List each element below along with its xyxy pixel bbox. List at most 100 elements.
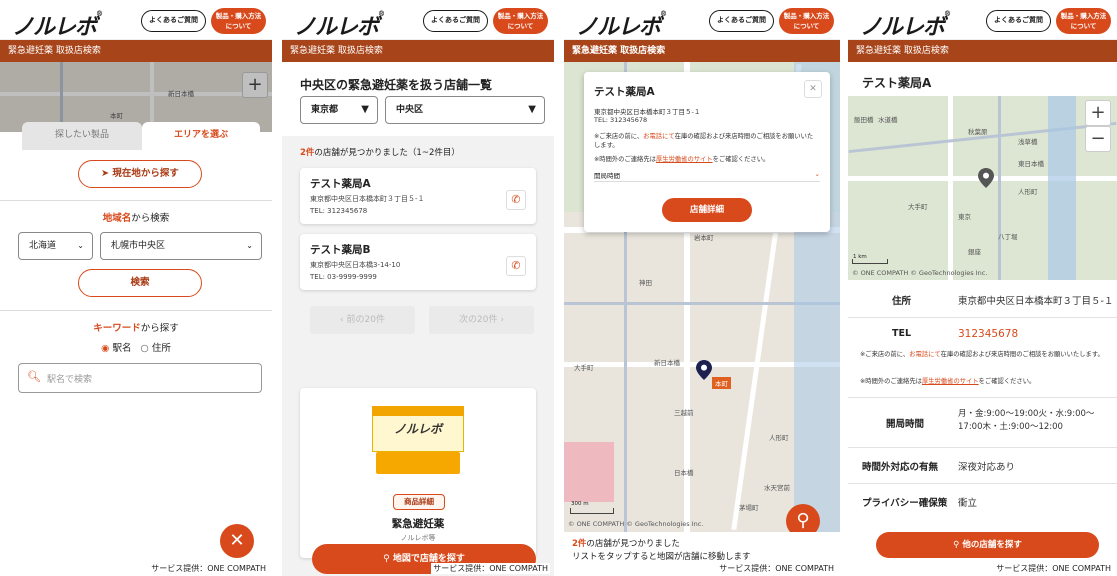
radio-address-label[interactable]: 住所 xyxy=(152,343,171,354)
radio-selected-icon[interactable]: ◉ xyxy=(101,343,109,354)
store-tel: TEL: 03-9999-9999 xyxy=(310,273,377,281)
page-title: 中央区の緊急避妊薬を扱う店舗一覧 xyxy=(300,78,493,92)
product-info-line2: について xyxy=(507,22,534,30)
store-detail-button[interactable]: 店舗詳細 xyxy=(662,198,752,222)
product-info-button[interactable]: 製品・購入方法 について xyxy=(779,8,834,34)
hours-accordion[interactable]: 開局時間 ⌄ xyxy=(594,170,820,182)
city-select[interactable]: 中央区 ▼ xyxy=(385,96,545,124)
bottom-result-count: 2件の店舗が見つかりました xyxy=(572,538,832,551)
current-location-button[interactable]: ➤ 現在地から探す xyxy=(78,160,202,188)
region-title: 地域名から検索 xyxy=(0,210,272,224)
after-hours-value: 深夜対応あり xyxy=(958,462,1016,473)
prev-page-button[interactable]: ‹ 前の20件 xyxy=(310,306,415,334)
map-label: 神田 xyxy=(639,279,652,287)
product-name: 緊急避妊薬 xyxy=(391,518,445,530)
subheader: 緊急避妊薬 取扱店検索 xyxy=(282,40,554,62)
other-stores-button[interactable]: ⚲ 他の店舗を探す xyxy=(876,532,1099,558)
map-label: 水天宮前 xyxy=(764,484,790,492)
note-call: ※ご来店の前に、お電話にて在庫の確認および来店時間のご相談をお願いいたします。 xyxy=(860,350,1111,359)
search-icon: 🔍︎ xyxy=(27,370,41,383)
store-map[interactable]: 秋葉原 浅草橋 東日本橋 人形町 大手町 東京 八丁堀 銀座 飯田橋 水道橋 +… xyxy=(848,96,1117,280)
product-info-button[interactable]: 製品・購入方法 について xyxy=(493,8,548,34)
zoom-in-button[interactable]: + xyxy=(1085,100,1111,126)
map-label: 東京 xyxy=(958,213,971,221)
prefecture-value: 北海道 xyxy=(29,241,57,251)
note-text: ※時間外のご連絡先は xyxy=(860,378,922,385)
product-card[interactable]: ノルレボ 商品詳細 緊急避妊薬 ノルレボ等 xyxy=(300,388,536,558)
note-text: ※ご来店の前に、 xyxy=(860,351,910,358)
note-text: 在庫の確認および来店時間のご相談をお願いいたします。 xyxy=(940,351,1104,358)
store-card[interactable]: テスト薬局B 東京都中央区日本橋3-14-10 TEL: 03-9999-999… xyxy=(300,234,536,290)
popup-tel: TEL: 312345678 xyxy=(594,116,648,124)
logo[interactable]: ノルレボ® xyxy=(576,9,667,41)
call-link[interactable]: お電話にて xyxy=(643,133,674,140)
privacy-value: 衝立 xyxy=(958,498,978,509)
tel-label: TEL xyxy=(892,328,912,339)
logo[interactable]: ノルレボ® xyxy=(860,9,951,41)
search-sheet: ➤ 現在地から探す 地域名から検索 北海道 ⌄ 札幌市中央区 ⌄ 検索 キーワードか… xyxy=(0,150,272,576)
phone-icon[interactable]: ✆ xyxy=(506,190,526,210)
product-info-line1: 製品・購入方法 xyxy=(1060,12,1107,20)
keyword-title-rest: から探す xyxy=(140,323,179,334)
map-label: 銀座 xyxy=(968,248,981,256)
phone-icon[interactable]: ✆ xyxy=(506,256,526,276)
tel-row: TEL 312345678 ※ご来店の前に、お電話にて在庫の確認および来店時間の… xyxy=(848,318,1117,398)
search-button[interactable]: 検索 xyxy=(78,269,202,297)
search-icon: ⚲ xyxy=(383,554,393,564)
search-icon: ⚲ xyxy=(953,540,963,550)
privacy-row: プライバシー確保策 衝立 xyxy=(848,484,1117,520)
faq-button[interactable]: よくあるご質問 xyxy=(141,10,206,32)
map-label: 飯田橋 xyxy=(854,116,874,124)
city-select[interactable]: 札幌市中央区 ⌄ xyxy=(100,232,262,260)
faq-button[interactable]: よくあるご質問 xyxy=(709,10,774,32)
subheader: 緊急避妊薬 取扱店検索 xyxy=(0,40,272,62)
keyword-input[interactable]: 🔍︎ 駅名で検索 xyxy=(18,363,262,393)
logo[interactable]: ノルレボ® xyxy=(294,9,385,41)
faq-button[interactable]: よくあるご質問 xyxy=(423,10,488,32)
radio-unselected-icon[interactable]: ○ xyxy=(141,343,149,354)
popup-store-name: テスト薬局A xyxy=(594,86,655,98)
address-label: 住所 xyxy=(892,296,912,307)
zoom-out-button[interactable]: − xyxy=(1085,126,1111,152)
product-info-button[interactable]: 製品・購入方法 について xyxy=(1056,8,1111,34)
product-info-button[interactable]: 製品・購入方法 について xyxy=(211,8,266,34)
map-pin-icon xyxy=(978,168,994,188)
close-icon: ✕ xyxy=(229,530,245,551)
note-text: ※時間外のご連絡先は xyxy=(594,156,656,163)
address-row: 住所 東京都中央区日本橋本町３丁目５-１ xyxy=(848,282,1117,318)
chevron-right-icon: › xyxy=(497,315,504,325)
logo[interactable]: ノルレボ® xyxy=(12,9,103,41)
prefecture-select[interactable]: 北海道 ⌄ xyxy=(18,232,93,260)
zoom-in-button[interactable]: + xyxy=(242,72,268,98)
faq-button[interactable]: よくあるご質問 xyxy=(986,10,1051,32)
next-page-button[interactable]: 次の20件 › xyxy=(429,306,534,334)
tab-area[interactable]: エリアを選ぶ xyxy=(142,122,260,150)
radio-station-label[interactable]: 駅名 xyxy=(112,343,131,354)
map-label: 三越前 xyxy=(674,409,694,417)
store-card[interactable]: テスト薬局A 東京都中央区日本橋本町３丁目５-１ TEL: 312345678 … xyxy=(300,168,536,224)
prev-page-label: 前の20件 xyxy=(346,315,385,325)
popup-close-icon[interactable]: ✕ xyxy=(804,80,822,98)
prefecture-select[interactable]: 東京都 ▼ xyxy=(300,96,378,124)
map-label: 人形町 xyxy=(1018,188,1038,196)
tab-product[interactable]: 探したい製品 xyxy=(22,122,142,150)
chevron-down-icon: ⌄ xyxy=(246,241,253,250)
map-scale: 1 km xyxy=(852,254,888,264)
mhlw-link[interactable]: 厚生労働省のサイト xyxy=(922,378,979,385)
tel-link[interactable]: 312345678 xyxy=(958,328,1018,340)
note-after-hours: ※時間外のご連絡先は厚生労働省のサイトをご確認ください。 xyxy=(860,376,1111,385)
close-button[interactable]: ✕ xyxy=(220,524,254,558)
map-label: 日本橋 xyxy=(674,469,694,477)
map-label: 人形町 xyxy=(769,434,789,442)
address-value: 東京都中央区日本橋本町３丁目５-１ xyxy=(958,296,1114,307)
chevron-down-icon: ⌄ xyxy=(77,241,84,250)
logo-text: ノルレボ xyxy=(576,14,661,40)
prefecture-value: 東京都 xyxy=(311,105,339,115)
call-link[interactable]: お電話にて xyxy=(909,351,940,358)
panel-area-search: ノルレボ® よくあるご質問 製品・購入方法 について 緊急避妊薬 取扱店検索 新日… xyxy=(0,0,272,576)
product-detail-badge[interactable]: 商品詳細 xyxy=(393,494,445,510)
product-info-line2: について xyxy=(1070,22,1097,30)
city-value: 中央区 xyxy=(396,105,424,115)
map-pin-icon[interactable] xyxy=(696,360,712,380)
mhlw-link[interactable]: 厚生労働省のサイト xyxy=(656,156,713,163)
